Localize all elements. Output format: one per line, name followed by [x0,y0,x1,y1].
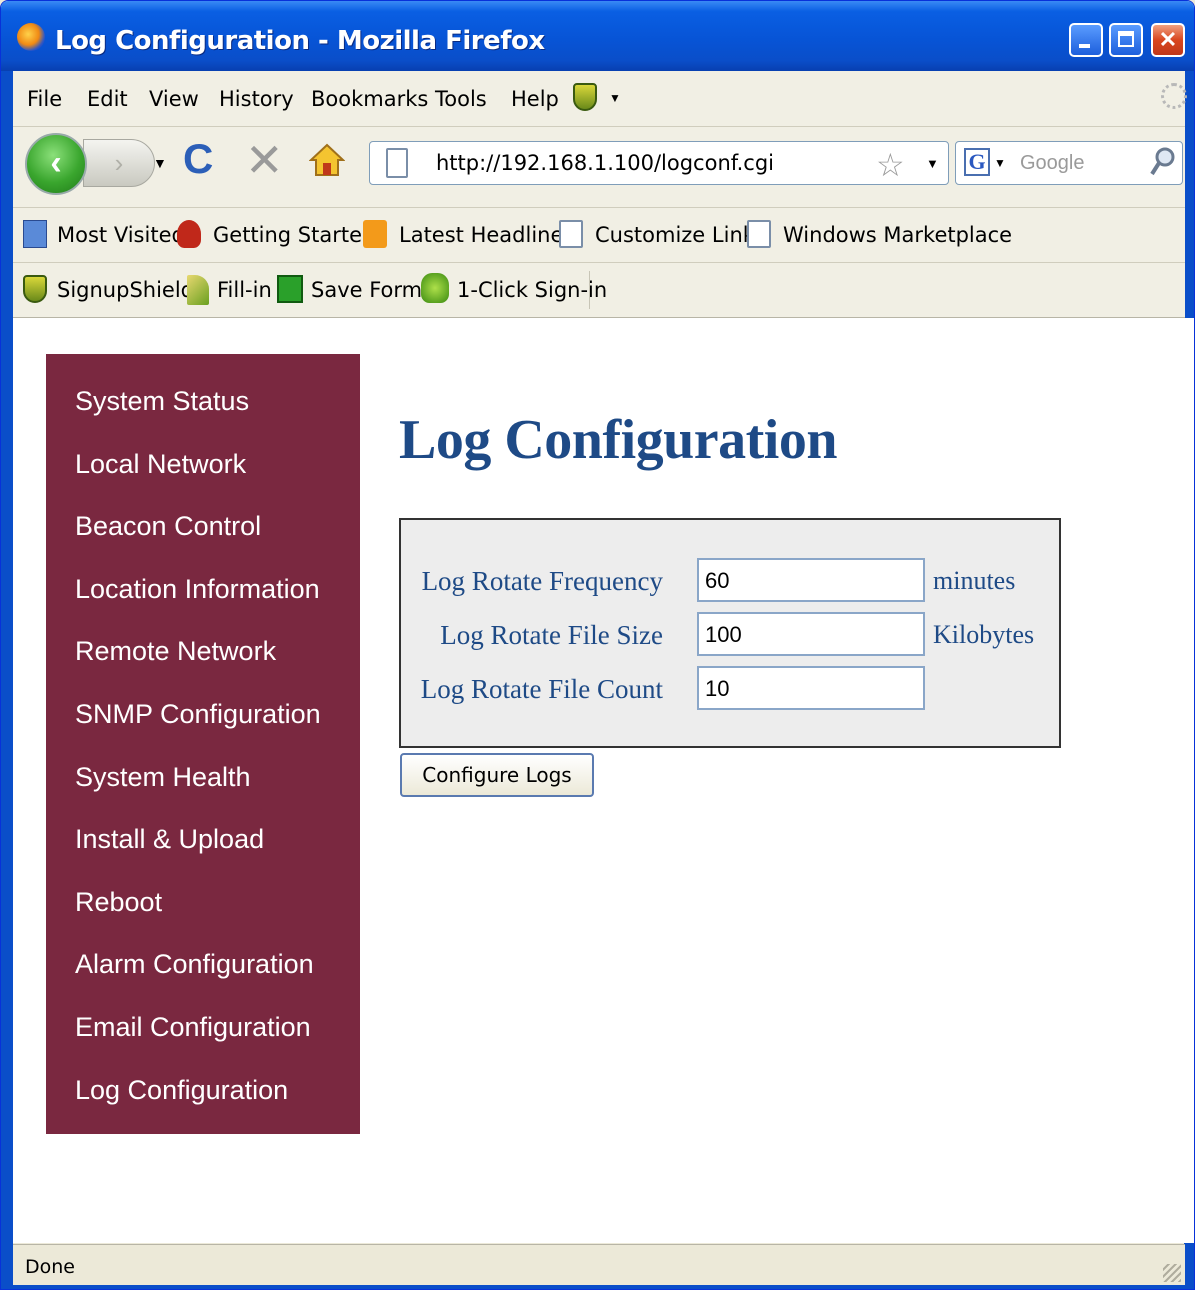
log-rotate-file-size-input[interactable]: 100 [697,612,925,656]
url-bar[interactable]: http://192.168.1.100/logconf.cgi ☆ ▼ [369,141,949,185]
navigation-toolbar: › ‹ ▼ C ✕ http://192.168.1.100/logconf.c… [13,127,1185,208]
page-icon [386,148,408,178]
log-config-form: Log Rotate Frequency 60 minutes Log Rota… [399,518,1061,748]
forward-button[interactable]: › [83,139,155,187]
page-icon [559,220,583,248]
bookmark-most-visited[interactable]: Most Visited [57,223,185,247]
signupshield-button[interactable]: SignupShield [57,278,194,302]
bookmark-customize-links[interactable]: Customize Links [595,223,766,247]
sidebar-item-snmp-configuration[interactable]: SNMP Configuration [75,699,321,730]
sidebar-item-alarm-configuration[interactable]: Alarm Configuration [75,949,314,980]
one-click-signin-icon [421,273,449,303]
rss-feed-icon [363,220,387,248]
status-text: Done [25,1256,75,1278]
firefox-icon [17,23,45,51]
log-rotate-file-count-label: Log Rotate File Count [420,674,663,704]
search-placeholder: Google [1020,152,1085,174]
bookmark-latest-headlines[interactable]: Latest Headlines [399,223,574,247]
search-box[interactable]: G ▼ Google [955,141,1183,185]
throbber-icon [1161,83,1187,109]
page-title: Log Configuration [399,409,838,471]
bookmark-star-icon[interactable]: ☆ [876,146,905,184]
menu-history[interactable]: History [219,87,294,111]
sidebar-item-system-health[interactable]: System Health [75,762,251,793]
window-frame-left [1,71,13,1289]
menu-view[interactable]: View [149,87,199,111]
one-click-signin-button[interactable]: 1-Click Sign-in [457,278,607,302]
sidebar-item-local-network[interactable]: Local Network [75,449,246,480]
sidebar-item-log-configuration[interactable]: Log Configuration [75,1075,288,1106]
log-rotate-file-size-label: Log Rotate File Size [440,620,663,650]
page-icon [747,220,771,248]
resize-grip-icon[interactable] [1163,1264,1181,1282]
most-visited-icon [23,220,47,248]
sidebar-item-reboot[interactable]: Reboot [75,887,162,918]
sidebar-item-email-configuration[interactable]: Email Configuration [75,1012,311,1043]
google-engine-icon[interactable]: G [964,148,990,176]
bookmarks-toolbar: Most Visited Getting Started Latest Head… [13,208,1185,263]
menu-tools[interactable]: Tools [435,87,487,111]
engine-dropdown-icon[interactable]: ▼ [994,156,1006,170]
url-dropdown-icon[interactable]: ▼ [926,156,939,171]
history-dropdown-icon[interactable]: ▼ [153,155,167,171]
bookmark-getting-started[interactable]: Getting Started [213,223,375,247]
title-bar[interactable]: Log Configuration - Mozilla Firefox ✕ [1,1,1194,71]
menu-bar: File Edit View History Bookmarks Tools H… [13,71,1187,127]
home-icon[interactable] [309,143,345,177]
window-title: Log Configuration - Mozilla Firefox [55,26,545,56]
configure-logs-button[interactable]: Configure Logs [400,753,594,797]
getting-started-icon [177,220,201,248]
menu-help[interactable]: Help [511,87,559,111]
page-content: System Status Local Network Beacon Contr… [13,318,1194,1243]
close-button[interactable]: ✕ [1151,23,1185,57]
stop-icon[interactable]: ✕ [245,133,284,187]
sidebar-item-system-status[interactable]: System Status [75,386,249,417]
bookmark-windows-marketplace[interactable]: Windows Marketplace [783,223,1012,247]
sidebar-item-remote-network[interactable]: Remote Network [75,636,276,667]
log-rotate-file-count-input[interactable]: 10 [697,666,925,710]
save-form-icon [277,275,303,303]
sidebar-item-location-information[interactable]: Location Information [75,574,320,605]
fill-in-icon [187,275,209,305]
maximize-icon [1118,31,1134,47]
save-form-button[interactable]: Save Form [311,278,422,302]
menu-bookmarks[interactable]: Bookmarks [311,87,428,111]
sidebar-item-beacon-control[interactable]: Beacon Control [75,511,261,542]
signupshield-toolbar: SignupShield Fill-in Save Form 1-Click S… [13,263,1185,318]
sidebar-item-install-upload[interactable]: Install & Upload [75,824,264,855]
frequency-unit: minutes [933,566,1016,595]
maximize-button[interactable] [1109,23,1143,57]
url-text: http://192.168.1.100/logconf.cgi [436,151,775,175]
menu-file[interactable]: File [27,87,62,111]
toolbar-divider [589,271,590,309]
close-icon: ✕ [1158,27,1178,52]
search-icon[interactable] [1150,146,1176,178]
log-rotate-frequency-input[interactable]: 60 [697,558,925,602]
sidebar-nav: System Status Local Network Beacon Contr… [46,354,360,1134]
minimize-icon [1079,44,1090,48]
reload-icon[interactable]: C [183,135,213,183]
status-bar: Done [13,1244,1185,1285]
signupshield-menu-icon[interactable] [573,83,597,111]
fill-in-button[interactable]: Fill-in [217,278,272,302]
minimize-button[interactable] [1069,23,1103,57]
forward-arrow-icon: › [114,148,124,178]
menu-edit[interactable]: Edit [87,87,128,111]
log-rotate-frequency-label: Log Rotate Frequency [421,566,663,596]
back-button[interactable]: ‹ [25,133,87,195]
chevron-down-icon[interactable]: ▼ [609,91,621,105]
signupshield-icon [23,275,47,303]
file-size-unit: Kilobytes [933,620,1035,649]
browser-window: Log Configuration - Mozilla Firefox ✕ Fi… [0,0,1195,1290]
window-frame-bottom [1,1285,1194,1289]
back-arrow-icon: ‹ [50,144,62,182]
